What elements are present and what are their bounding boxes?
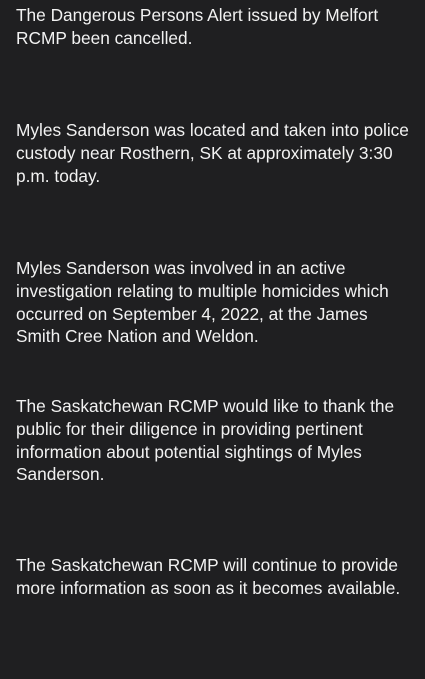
alert-paragraph-cancellation: The Dangerous Persons Alert issued by Me… [16,5,379,48]
alert-paragraph-updates: The Saskatchewan RCMP will continue to p… [16,555,401,598]
alert-paragraph-thanks: The Saskatchewan RCMP would like to than… [16,396,395,485]
alert-paragraph-custody: Myles Sanderson was located and taken in… [16,120,409,186]
alert-message-screen: The Dangerous Persons Alert issued by Me… [0,0,425,679]
alert-paragraph-investigation: Myles Sanderson was involved in an activ… [16,258,389,347]
